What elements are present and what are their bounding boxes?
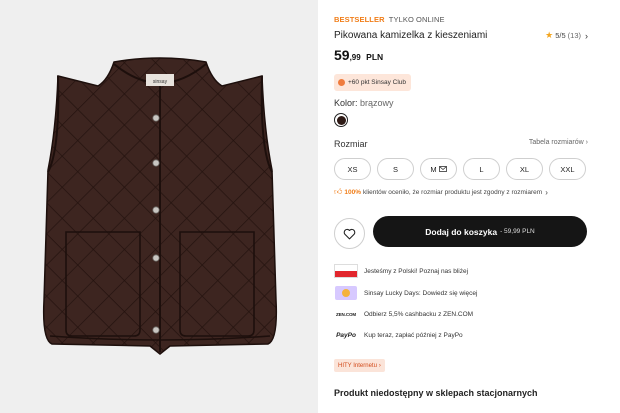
size-option-m[interactable]: M	[420, 158, 457, 180]
swatch-fill	[336, 115, 346, 125]
promo-text: Jesteśmy z Polski! Poznaj nas bliżej	[364, 267, 469, 275]
price-decimals: ,99	[349, 53, 361, 62]
promo-made-in-poland[interactable]: Jesteśmy z Polski! Poznaj nas bliżej	[334, 264, 468, 278]
price-currency: PLN	[366, 52, 384, 62]
promo-zen-cashback[interactable]: ZEN.COM Odbierz 5,5% cashbacku z ZEN.COM	[334, 307, 473, 321]
promo-text: Kup teraz, zapłać później z PayPo	[364, 331, 463, 339]
chevron-right-icon: ›	[545, 187, 548, 197]
size-options: XS S M L XL XXL	[334, 158, 586, 180]
size-guide-text: Tabela rozmiarów	[528, 139, 584, 146]
sinsay-lucky-days-icon	[334, 286, 358, 300]
size-option-xl[interactable]: XL	[506, 158, 543, 180]
chevron-right-icon: ›	[378, 362, 381, 369]
size-guide-link[interactable]: Tabela rozmiarów ›	[529, 139, 588, 146]
vest-illustration: sinsay	[42, 57, 278, 355]
promo-lucky-days[interactable]: Sinsay Lucky Days: Dowiedz się więcej	[334, 286, 477, 300]
bestseller-badge: BESTSELLER	[334, 15, 385, 24]
vest-label-text: sinsay	[153, 79, 168, 85]
star-icon: ★	[545, 30, 554, 40]
online-only-badge: TYLKO ONLINE	[388, 15, 445, 24]
hity-tag-text: HITY Internetu	[338, 362, 377, 369]
price-main: 59	[334, 47, 350, 63]
size-option-s[interactable]: S	[377, 158, 414, 180]
size-option-l[interactable]: L	[463, 158, 500, 180]
product-title: Pikowana kamizelka z kieszeniami	[334, 30, 488, 41]
add-to-cart-price: - 59,99 PLN	[500, 228, 535, 235]
color-value: brązowy	[360, 98, 394, 108]
product-badges: BESTSELLER TYLKO ONLINE	[334, 15, 445, 24]
rating-summary[interactable]: ★ 5/5 (13) ›	[545, 30, 588, 41]
heart-icon	[343, 228, 356, 239]
size-fit-info[interactable]: 👍︎ 100% klientów oceniło, że rozmiar pro…	[334, 187, 548, 197]
hity-internetu-tag[interactable]: HITY Internetu ›	[334, 359, 385, 372]
add-to-cart-label: Dodaj do koszyka	[425, 226, 498, 237]
rating-score: 5/5	[555, 31, 566, 40]
color-label: Kolor:	[334, 98, 358, 108]
color-selector-label: Kolor: brązowy	[334, 98, 394, 108]
size-option-xxl[interactable]: XXL	[549, 158, 586, 180]
chevron-right-icon: ›	[585, 139, 588, 146]
zen-logo-icon: ZEN.COM	[335, 311, 357, 317]
wishlist-button[interactable]	[334, 218, 365, 249]
add-to-cart-button[interactable]: Dodaj do koszyka - 59,99 PLN	[373, 216, 587, 247]
size-option-xs[interactable]: XS	[334, 158, 371, 180]
fit-text: klientów oceniło, że rozmiar produktu je…	[363, 188, 543, 196]
club-points-text: +60 pkt Sinsay Club	[348, 79, 406, 86]
color-swatch-brown[interactable]	[334, 113, 348, 127]
product-image[interactable]: sinsay	[0, 0, 318, 413]
fit-percent: 100%	[344, 188, 361, 196]
thumbs-up-icon: 👍︎	[334, 187, 343, 196]
club-coin-icon	[338, 79, 345, 86]
club-points-badge: +60 pkt Sinsay Club	[334, 74, 411, 91]
paypo-logo-icon: PayPo	[336, 331, 356, 339]
size-option-m-label: M	[430, 164, 437, 174]
promo-paypo[interactable]: PayPo Kup teraz, zapłać później z PayPo	[334, 328, 463, 342]
product-price: 59,99 PLN	[334, 47, 383, 65]
poland-flag-icon	[334, 264, 358, 278]
promo-text: Odbierz 5,5% cashbacku z ZEN.COM	[364, 310, 474, 318]
rating-count: (13)	[567, 31, 581, 40]
store-availability-notice: Produkt niedostępny w sklepach stacjonar…	[334, 388, 538, 398]
envelope-icon	[438, 166, 447, 172]
promo-text: Sinsay Lucky Days: Dowiedz się więcej	[364, 289, 478, 297]
chevron-right-icon: ›	[585, 30, 588, 41]
size-label: Rozmiar	[334, 139, 368, 149]
product-details-panel: BESTSELLER TYLKO ONLINE Pikowana kamizel…	[334, 0, 588, 413]
